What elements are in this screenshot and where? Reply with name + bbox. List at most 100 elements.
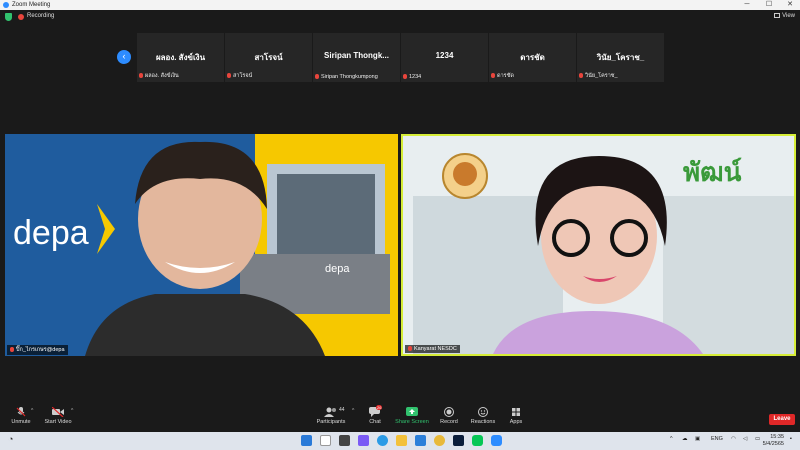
mic-muted-icon xyxy=(408,346,412,351)
meeting-top-strip: Recording View xyxy=(0,10,800,24)
tray-overflow-icon[interactable]: ^ xyxy=(670,436,673,442)
participant-video-right[interactable]: พัฒน์ Kanyarat NESDC xyxy=(401,134,796,356)
record-label: Record xyxy=(440,419,458,425)
widgets-icon[interactable] xyxy=(358,435,369,446)
unmute-label: Unmute xyxy=(11,419,31,425)
record-icon xyxy=(444,407,454,417)
language-indicator[interactable]: ENG xyxy=(711,436,723,442)
volume-icon[interactable]: ◁ xyxy=(743,436,747,442)
participant-name: สาโรจน์ xyxy=(254,53,283,62)
onedrive-icon[interactable]: ☁ xyxy=(682,436,688,442)
close-icon[interactable]: ✕ xyxy=(783,0,797,10)
participants-icon: 44 xyxy=(315,407,347,417)
start-video-label: Start Video xyxy=(44,419,72,425)
participant-tile[interactable]: สาโรจน์ สาโรจน์ xyxy=(225,33,312,82)
edge-browser-icon[interactable] xyxy=(377,435,388,446)
chat-badge: 26 xyxy=(376,405,383,410)
participants-button[interactable]: 44 Participants xyxy=(315,407,347,425)
video-feed-left: depa depa xyxy=(5,134,398,356)
chevron-left-icon: ‹ xyxy=(122,51,126,61)
apps-label: Apps xyxy=(509,419,523,425)
share-screen-label: Share Screen xyxy=(395,419,429,425)
leave-button[interactable]: Leave xyxy=(769,414,795,425)
mic-muted-icon xyxy=(10,347,14,352)
participant-tile[interactable]: 1234 1234 xyxy=(401,33,488,82)
participant-label-text: 1234 xyxy=(409,74,422,80)
mic-muted-icon xyxy=(579,73,583,78)
participant-name: วินัย_โคราช_ xyxy=(596,53,645,62)
audio-options-caret-icon[interactable]: ^ xyxy=(31,408,33,414)
wifi-icon[interactable]: ◠ xyxy=(731,436,736,442)
apps-icon xyxy=(512,408,520,416)
participant-video-left[interactable]: depa depa ปิ๊ก_ไกรเกษร@depa xyxy=(5,134,398,356)
mic-muted-icon xyxy=(491,73,495,78)
window-title-bar: Zoom Meeting ─ ☐ ✕ xyxy=(0,0,800,10)
clock-date: 5/4/2565 xyxy=(762,441,784,447)
mail-icon[interactable] xyxy=(415,435,426,446)
zoom-app-icon xyxy=(3,2,9,8)
mic-muted-icon xyxy=(403,74,407,79)
clock-time: 15:35 xyxy=(770,434,784,440)
participants-label: Participants xyxy=(316,419,346,425)
chat-label: Chat xyxy=(369,419,381,425)
security-shield-icon[interactable] xyxy=(5,13,12,21)
share-screen-icon xyxy=(406,407,418,416)
gallery-prev-button[interactable]: ‹ xyxy=(117,50,131,64)
task-view-icon[interactable] xyxy=(339,435,350,446)
participants-count: 44 xyxy=(339,407,345,413)
reactions-button[interactable]: Reactions xyxy=(469,407,497,425)
participant-label: ผลอง. สังข์เงิน xyxy=(139,72,179,80)
grid-view-icon xyxy=(774,13,781,18)
battery-icon[interactable]: ▭ xyxy=(755,436,760,442)
participant-name: ดารชัด xyxy=(520,53,545,62)
line-app-icon[interactable] xyxy=(472,435,483,446)
reactions-label: Reactions xyxy=(470,419,496,425)
video-label: ปิ๊ก_ไกรเกษร@depa xyxy=(7,345,68,355)
zoom-taskbar-icon[interactable] xyxy=(491,435,502,446)
participant-label: Siripan Thongkumpong xyxy=(315,74,378,80)
apps-button[interactable]: Apps xyxy=(507,407,525,425)
recording-label: Recording xyxy=(27,13,55,19)
participant-tile[interactable]: Siripan Thongk... Siripan Thongkumpong xyxy=(313,33,400,82)
participant-label: ดารชัด xyxy=(491,72,514,80)
participant-label: 1234 xyxy=(403,74,421,80)
participant-tile[interactable]: วินัย_โคราช_ วินัย_โคราช_ xyxy=(577,33,664,82)
view-button[interactable]: View xyxy=(774,13,795,19)
file-explorer-icon[interactable] xyxy=(396,435,407,446)
start-menu-icon[interactable] xyxy=(301,435,312,446)
mic-muted-icon xyxy=(139,73,143,78)
participant-label-text: สาโรจน์ xyxy=(233,73,253,79)
participant-label-text: Siripan Thongkumpong xyxy=(321,74,378,80)
video-options-caret-icon[interactable]: ^ xyxy=(71,408,73,414)
participant-tile[interactable]: ผลอง. สังข์เงิน ผลอง. สังข์เงิน xyxy=(137,33,224,82)
chrome-browser-icon[interactable] xyxy=(434,435,445,446)
maximize-icon[interactable]: ☐ xyxy=(762,0,776,10)
chat-button[interactable]: 26 Chat xyxy=(363,405,387,425)
participant-label: วินัย_โคราช_ xyxy=(579,72,618,80)
participant-label-text: ดารชัด xyxy=(497,73,514,79)
video-off-icon xyxy=(52,407,64,417)
recording-icon xyxy=(18,14,24,20)
record-button[interactable]: Record xyxy=(438,407,460,425)
minimize-icon[interactable]: ─ xyxy=(740,0,754,10)
mic-muted-icon xyxy=(227,73,231,78)
participant-label: สาโรจน์ xyxy=(227,72,252,80)
svg-text:depa: depa xyxy=(325,263,350,275)
mic-off-icon xyxy=(16,407,26,417)
taskbar-clock[interactable]: 15:35 5/4/2565 xyxy=(763,434,784,448)
search-icon[interactable] xyxy=(320,435,331,446)
participant-name: 1234 xyxy=(435,51,454,60)
photoshop-icon[interactable] xyxy=(453,435,464,446)
participants-caret-icon[interactable]: ^ xyxy=(352,408,354,414)
video-label-text: Kanyarat NESDC xyxy=(414,346,457,352)
participant-label-text: ผลอง. สังข์เงิน xyxy=(145,73,179,79)
share-screen-button[interactable]: Share Screen xyxy=(395,407,429,425)
notifications-icon[interactable]: ▪ xyxy=(790,436,792,442)
video-label: Kanyarat NESDC xyxy=(405,345,460,353)
meeting-toolbar: Unmute ^ Start Video ^ 44 Participants ^… xyxy=(0,404,800,432)
start-video-button[interactable]: Start Video xyxy=(42,407,74,425)
tray-app-icon[interactable]: ▣ xyxy=(695,436,700,442)
svg-text:พัฒน์: พัฒน์ xyxy=(683,157,742,188)
weather-icon[interactable]: ◔ xyxy=(8,434,13,444)
participant-tile[interactable]: ดารชัด ดารชัด xyxy=(489,33,576,82)
